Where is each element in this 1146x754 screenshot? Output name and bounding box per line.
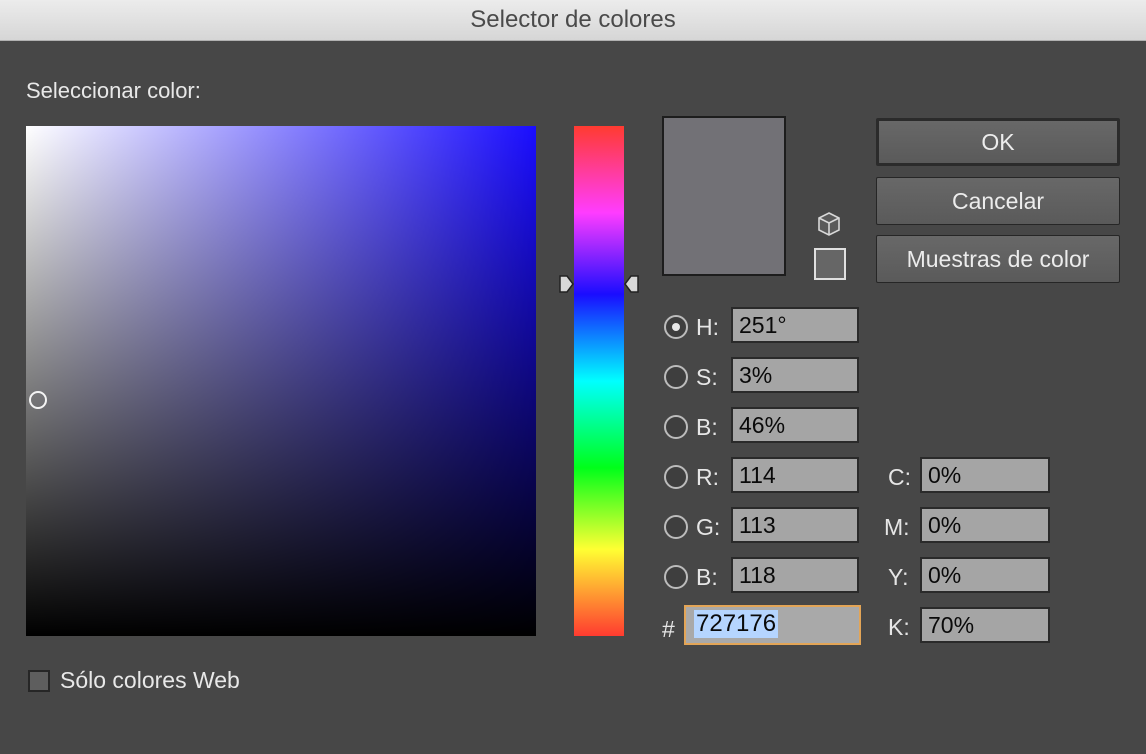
red-label: R: (696, 464, 719, 490)
window-title: Selector de colores (0, 0, 1146, 41)
hue-input[interactable]: 251° (731, 307, 859, 343)
saturation-label: S: (696, 364, 718, 390)
cube-icon[interactable] (817, 211, 841, 237)
blue-input[interactable]: 118 (731, 557, 859, 593)
web-colors-only-label[interactable]: Sólo colores Web (60, 667, 240, 694)
web-colors-only-checkbox[interactable] (28, 670, 50, 692)
magenta-input[interactable]: 0% (920, 507, 1050, 543)
yellow-label: Y: (888, 564, 909, 590)
hue-label: H: (696, 314, 719, 340)
black-label: K: (888, 614, 910, 640)
hex-label: # (662, 616, 675, 642)
black-input[interactable]: 70% (920, 607, 1050, 643)
websafe-color-swatch[interactable] (814, 248, 846, 280)
hue-slider-left-arrow-icon[interactable] (558, 274, 574, 294)
green-input[interactable]: 113 (731, 507, 859, 543)
green-radio[interactable] (664, 515, 688, 539)
cyan-label: C: (888, 464, 911, 490)
hue-slider-right-arrow-icon[interactable] (624, 274, 640, 294)
brightness-label: B: (696, 414, 718, 440)
cancel-button[interactable]: Cancelar (876, 177, 1120, 225)
green-label: G: (696, 514, 721, 540)
saturation-radio[interactable] (664, 365, 688, 389)
magenta-label: M: (884, 514, 910, 540)
hex-input-value: 727176 (694, 610, 779, 638)
hex-input[interactable]: 727176 (684, 605, 861, 645)
yellow-input[interactable]: 0% (920, 557, 1050, 593)
select-color-label: Seleccionar color: (26, 78, 201, 103)
brightness-input[interactable]: 46% (731, 407, 859, 443)
color-swatches-button[interactable]: Muestras de color (876, 235, 1120, 283)
color-field-cursor[interactable] (29, 391, 47, 409)
red-radio[interactable] (664, 465, 688, 489)
saturation-input[interactable]: 3% (731, 357, 859, 393)
cyan-input[interactable]: 0% (920, 457, 1050, 493)
color-field[interactable] (26, 126, 536, 636)
blue-radio[interactable] (664, 565, 688, 589)
ok-button[interactable]: OK (876, 118, 1120, 166)
hue-radio[interactable] (664, 315, 688, 339)
hue-slider[interactable] (574, 126, 624, 636)
brightness-radio[interactable] (664, 415, 688, 439)
blue-label: B: (696, 564, 718, 590)
red-input[interactable]: 114 (731, 457, 859, 493)
color-preview (662, 116, 786, 276)
